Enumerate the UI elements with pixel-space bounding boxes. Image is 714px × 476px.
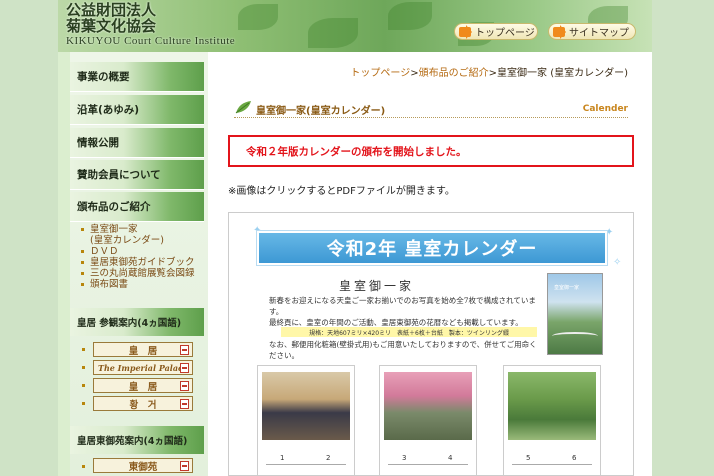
org-name-en: KIKUYOU Court Culture Institute: [66, 35, 236, 47]
arrow-right-icon: [553, 25, 566, 39]
pdf-icon: [180, 363, 189, 373]
main-content: トップページ>頒布品のご紹介>皇室御一家 (皇室カレンダー) 皇室御一家(皇室カ…: [212, 52, 652, 476]
notice-box: 令和２年版カレンダーの頒布を開始しました。: [228, 135, 634, 167]
palace-guide-jp-button[interactable]: 皇 居: [93, 342, 193, 357]
pdf-icon: [180, 461, 189, 471]
breadcrumb-current: 皇室御一家 (皇室カレンダー): [497, 68, 628, 79]
breadcrumb: トップページ>頒布品のご紹介>皇室御一家 (皇室カレンダー): [350, 68, 628, 79]
pdf-note: ※画像はクリックするとPDFファイルが開きます。: [228, 186, 455, 197]
sidebar-item-overview[interactable]: 事業の概要: [70, 62, 204, 92]
calendar-page-thumb: 5 6: [503, 365, 601, 475]
sub-item-books[interactable]: 頒布図書: [80, 279, 206, 290]
sidebar-item-history[interactable]: 沿革(あゆみ): [70, 95, 204, 125]
sidebar-item-disclosure[interactable]: 情報公開: [70, 128, 204, 158]
sidebar-item-products[interactable]: 頒布品のご紹介: [70, 192, 204, 222]
org-name-line2: 菊葉文化協会: [66, 17, 157, 35]
sitemap-button[interactable]: サイトマップ: [548, 23, 636, 40]
leaf-icon: [235, 101, 251, 114]
pdf-icon: [180, 345, 189, 355]
arrow-right-icon: [459, 25, 472, 39]
palace-guide-ko-button[interactable]: 황 거: [93, 396, 193, 411]
sub-item-guidebook[interactable]: 皇居東御苑ガイドブック: [80, 257, 206, 268]
sidebar: 事業の概要 沿革(あゆみ) 情報公開 賛助会員について 頒布品のご紹介 皇室御一…: [58, 52, 208, 476]
sub-item-family-calendar[interactable]: 皇室御一家: [80, 224, 206, 235]
palace-guide-zh-button[interactable]: 皇 居: [93, 378, 193, 393]
calendar-page-thumb: 3 4: [379, 365, 477, 475]
palace-guide-en-button[interactable]: The Imperial Palace: [93, 360, 193, 375]
page-title: 皇室御一家(皇室カレンダー): [256, 106, 386, 117]
page-title-bar: 皇室御一家(皇室カレンダー) Calender: [234, 100, 628, 118]
calendar-description-2: なお、郵便用化粧箱(壁掛式用)もご用意いたしておりますので、併せてご用命ください…: [269, 340, 537, 360]
sub-item-dvd[interactable]: ＤＶＤ: [80, 246, 206, 257]
calendar-page-thumb: 1 2: [257, 365, 355, 475]
breadcrumb-top-link[interactable]: トップページ: [350, 68, 410, 79]
calendar-description: 新春をお迎えになる天皇ご一家お揃いでのお写真を始め全7枚で構成されています。 最…: [269, 296, 536, 327]
top-page-button[interactable]: トップページ: [454, 23, 538, 40]
garden-photo: [508, 372, 596, 440]
pdf-icon: [180, 399, 189, 409]
sub-item-catalog[interactable]: 三の丸尚蔵館展覧会図録: [80, 268, 206, 279]
calendar-pdf-link[interactable]: ✦ ✦ ✧ 令和2年 皇室カレンダー 皇室御一家 新春をお迎えになる天皇ご一家お…: [228, 212, 634, 476]
family-photo: [262, 372, 350, 440]
breadcrumb-category-link[interactable]: 頒布品のご紹介: [419, 68, 489, 79]
site-header: 公益財団法人 菊葉文化協会 KIKUYOU Court Culture Inst…: [58, 0, 652, 52]
couple-photo: [384, 372, 472, 440]
section-palace-guide: 皇居 参観案内(4ヵ国語): [70, 308, 204, 336]
org-name-line1: 公益財団法人: [66, 1, 157, 19]
page: 公益財団法人 菊葉文化協会 KIKUYOU Court Culture Inst…: [58, 0, 652, 476]
pdf-icon: [180, 381, 189, 391]
org-logo[interactable]: 公益財団法人 菊葉文化協会: [66, 2, 156, 34]
calendar-cover-image: 皇室御一家: [547, 273, 603, 355]
east-garden-jp-button[interactable]: 東御苑: [93, 458, 193, 473]
calendar-heading: 皇室御一家: [339, 279, 415, 293]
sub-item-family-calendar-cont[interactable]: (皇室カレンダー): [80, 235, 206, 246]
calendar-banner: 令和2年 皇室カレンダー: [257, 231, 607, 265]
page-title-en: Calender: [582, 104, 628, 114]
section-east-garden-guide: 皇居東御苑案内(4ヵ国語): [70, 426, 204, 454]
sitemap-label: サイトマップ: [569, 28, 629, 39]
top-page-label: トップページ: [475, 28, 535, 39]
products-sub-list: 皇室御一家 (皇室カレンダー) ＤＶＤ 皇居東御苑ガイドブック 三の丸尚蔵館展覧…: [80, 224, 206, 290]
sidebar-item-members[interactable]: 賛助会員について: [70, 160, 204, 190]
calendar-spec: 規格：天地607ミリ×420ミリ 表紙＋6枚＋台紙 製本：ツインリング綴: [281, 327, 537, 337]
